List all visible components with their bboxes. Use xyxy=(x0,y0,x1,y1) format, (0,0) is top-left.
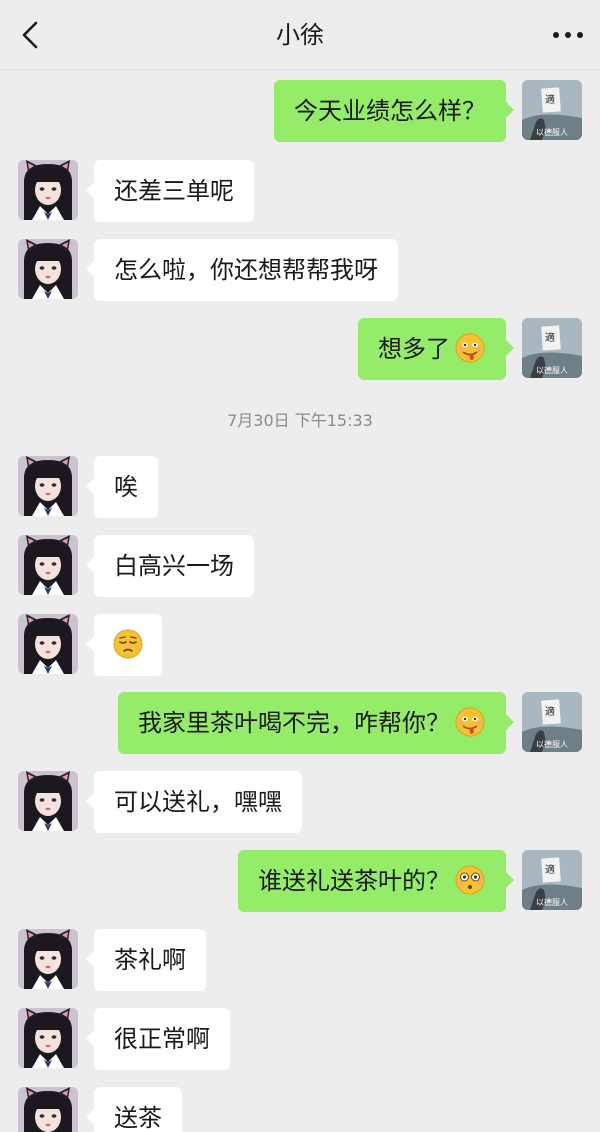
contact-avatar[interactable] xyxy=(18,239,78,299)
chat-title: 小徐 xyxy=(276,21,324,49)
my-avatar[interactable]: 以德服人 xyxy=(522,850,582,910)
contact-avatar[interactable] xyxy=(18,1008,78,1068)
message-text: 我家里茶叶喝不完，咋帮你？ xyxy=(138,709,450,737)
incoming-message-bubble[interactable]: 很正常啊 xyxy=(86,1008,230,1070)
message-text: 今天业绩怎么样？ xyxy=(294,97,486,125)
avatar-caption: 以德服人 xyxy=(536,739,568,749)
message-text: 可以送礼，嘿嘿 xyxy=(114,788,282,816)
contact-avatar[interactable] xyxy=(18,535,78,595)
drooling-face-emoji-icon xyxy=(454,332,486,364)
pensive-face-emoji-icon xyxy=(112,628,144,660)
message-text: 怎么啦，你还想帮帮我呀 xyxy=(114,256,378,284)
avatar-caption: 以德服人 xyxy=(536,365,568,375)
my-avatar[interactable]: 以德服人 xyxy=(522,318,582,378)
my-avatar[interactable]: 以德服人 xyxy=(522,80,582,140)
outgoing-message-bubble[interactable]: 谁送礼送茶叶的？ xyxy=(238,850,514,912)
avatar-caption: 以德服人 xyxy=(536,897,568,907)
drooling-face-emoji-icon xyxy=(454,706,486,738)
message-timestamp: 7月30日 下午15:33 xyxy=(227,411,373,430)
message-text: 谁送礼送茶叶的？ xyxy=(258,867,450,895)
message-text: 还差三单呢 xyxy=(114,177,234,205)
contact-avatar[interactable] xyxy=(18,456,78,516)
incoming-message-bubble[interactable]: 白高兴一场 xyxy=(86,535,254,597)
outgoing-message-bubble[interactable]: 我家里茶叶喝不完，咋帮你？ xyxy=(118,692,514,754)
avatar-caption: 以德服人 xyxy=(536,127,568,137)
flushed-face-emoji-icon xyxy=(454,864,486,896)
message-text: 白高兴一场 xyxy=(114,552,234,580)
more-options-icon[interactable] xyxy=(550,22,586,48)
my-avatar[interactable]: 以德服人 xyxy=(522,692,582,752)
incoming-message-bubble[interactable] xyxy=(86,614,162,676)
outgoing-message-bubble[interactable]: 想多了 xyxy=(358,318,514,380)
message-text: 唉 xyxy=(114,473,138,501)
chat-message-list[interactable]: 今天业绩怎么样？ 以德服人 还差三单呢 怎么啦，你还想帮帮我呀 想多了 以德服人… xyxy=(0,70,600,1132)
incoming-message-bubble[interactable]: 茶礼啊 xyxy=(86,929,206,991)
message-text: 很正常啊 xyxy=(114,1025,210,1053)
message-text: 送茶 xyxy=(114,1104,162,1132)
contact-avatar[interactable] xyxy=(18,160,78,220)
incoming-message-bubble[interactable]: 唉 xyxy=(86,456,158,518)
incoming-message-bubble[interactable]: 可以送礼，嘿嘿 xyxy=(86,771,302,833)
contact-avatar[interactable] xyxy=(18,614,78,674)
message-text: 想多了 xyxy=(378,335,450,363)
message-text: 茶礼啊 xyxy=(114,946,186,974)
contact-avatar[interactable] xyxy=(18,1087,78,1132)
outgoing-message-bubble[interactable]: 今天业绩怎么样？ xyxy=(274,80,514,142)
incoming-message-bubble[interactable]: 还差三单呢 xyxy=(86,160,254,222)
incoming-message-bubble[interactable]: 怎么啦，你还想帮帮我呀 xyxy=(86,239,398,301)
chat-header: 小徐 xyxy=(0,0,600,70)
contact-avatar[interactable] xyxy=(18,929,78,989)
contact-avatar[interactable] xyxy=(18,771,78,831)
incoming-message-bubble[interactable]: 送茶 xyxy=(86,1087,182,1132)
